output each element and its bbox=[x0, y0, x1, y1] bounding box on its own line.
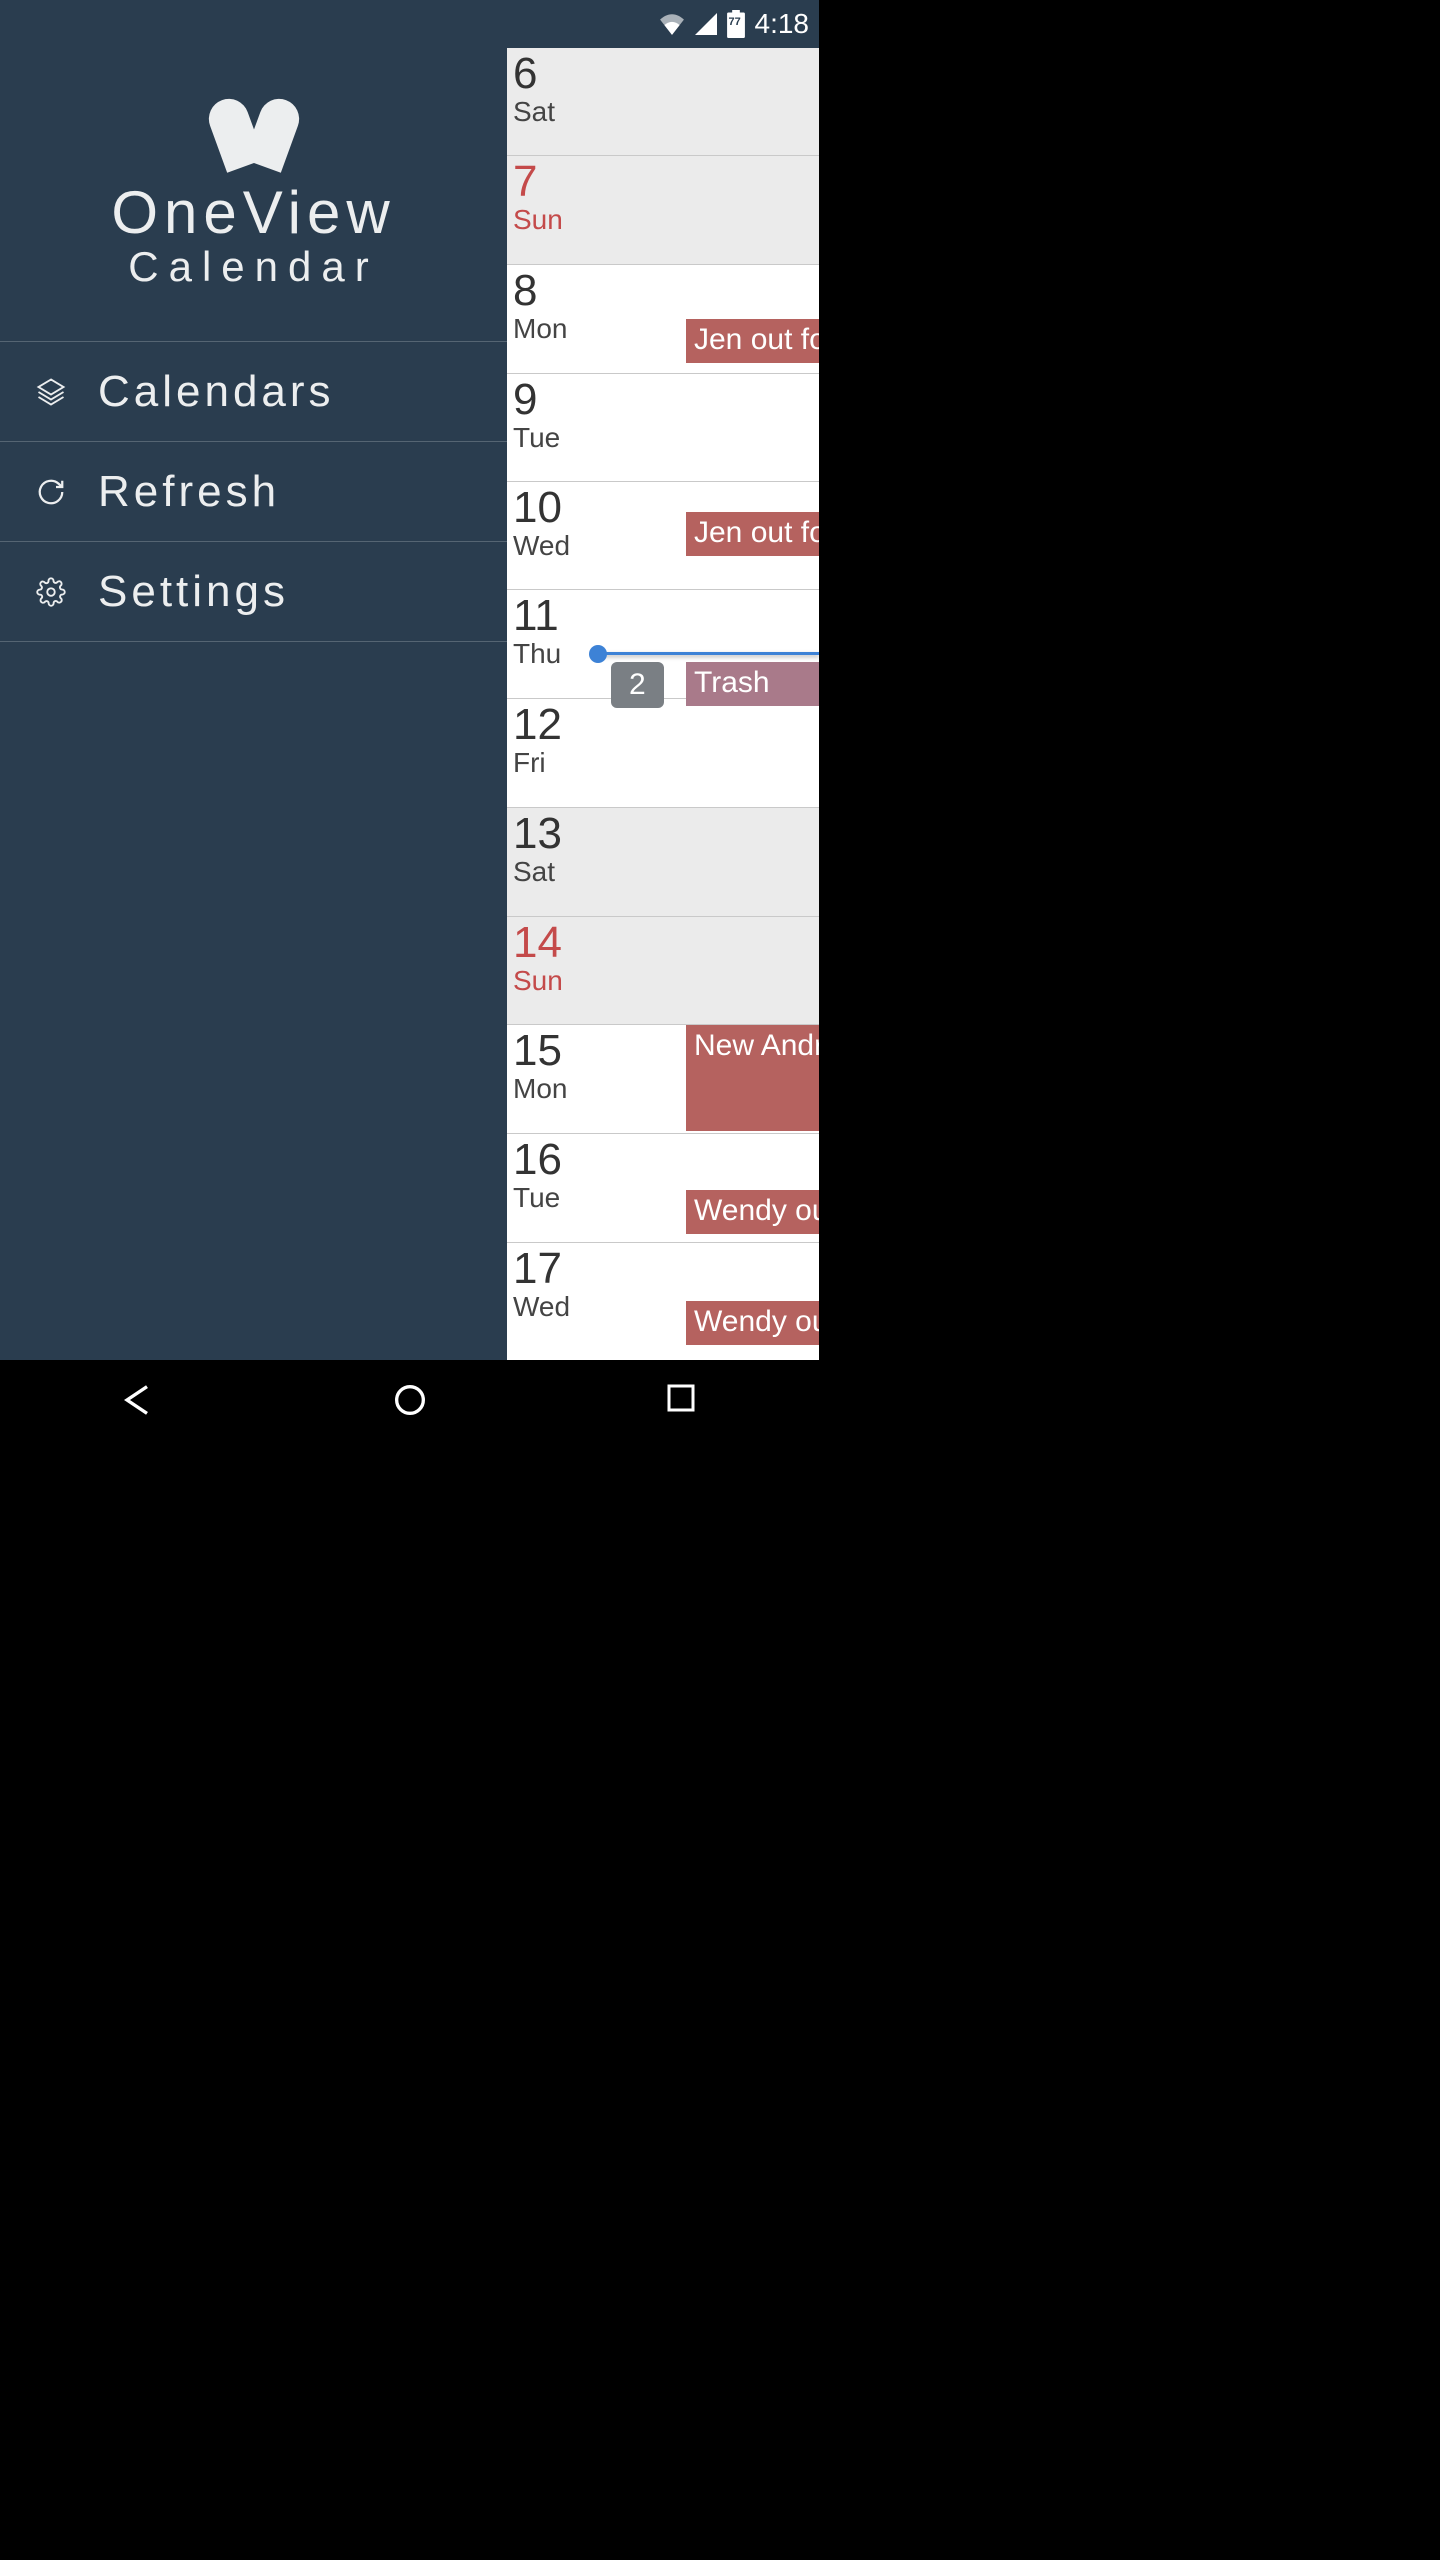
day-name: Sun bbox=[513, 206, 819, 234]
day-number: 13 bbox=[513, 812, 819, 856]
battery-icon: 77 bbox=[727, 10, 745, 38]
day-name: Fri bbox=[513, 749, 819, 777]
event-chip[interactable]: Wendy ou bbox=[686, 1301, 819, 1345]
android-nav-bar bbox=[0, 1360, 819, 1440]
logo-mark-icon bbox=[214, 98, 294, 168]
day-cell-tue[interactable]: 16 Tue Wendy ou bbox=[507, 1134, 819, 1243]
wifi-icon bbox=[659, 13, 685, 35]
day-cell-sun[interactable]: 14 Sun bbox=[507, 917, 819, 1025]
day-cell-tue[interactable]: 9 Tue bbox=[507, 374, 819, 482]
event-chip[interactable]: Wendy ou bbox=[686, 1190, 819, 1234]
menu-item-refresh[interactable]: Refresh bbox=[0, 442, 507, 542]
day-number: 6 bbox=[513, 52, 819, 96]
menu-label: Calendars bbox=[98, 367, 335, 417]
gear-icon bbox=[36, 577, 66, 607]
day-number: 7 bbox=[513, 160, 819, 204]
day-cell-wed[interactable]: 17 Wed Wendy ou bbox=[507, 1243, 819, 1351]
recent-apps-button[interactable] bbox=[663, 1380, 703, 1420]
day-cell-mon[interactable]: 15 Mon New Andr bbox=[507, 1025, 819, 1134]
day-number: 8 bbox=[513, 269, 819, 313]
back-button[interactable] bbox=[117, 1380, 157, 1420]
status-bar: 77 4:18 bbox=[0, 0, 819, 48]
day-number: 17 bbox=[513, 1247, 819, 1291]
day-cell-thu[interactable]: 11 Thu 2 Trash bbox=[507, 590, 819, 699]
home-button[interactable] bbox=[390, 1380, 430, 1420]
day-name: Tue bbox=[513, 424, 819, 452]
sidebar: OneView Calendar Calendars Refresh Setti… bbox=[0, 48, 507, 1360]
day-cell-sun[interactable]: 7 Sun bbox=[507, 156, 819, 265]
event-chip-tall[interactable]: New Andr bbox=[686, 1025, 819, 1131]
day-cell-wed[interactable]: 10 Wed Jen out fo bbox=[507, 482, 819, 590]
day-number: 16 bbox=[513, 1138, 819, 1182]
day-number: 11 bbox=[513, 594, 819, 638]
calendar-list[interactable]: 6 Sat 7 Sun 8 Mon Jen out fo 9 Tue 10 We… bbox=[507, 48, 819, 1360]
layers-icon bbox=[36, 377, 66, 407]
event-chip[interactable]: Jen out fo bbox=[686, 512, 819, 556]
day-cell-sat[interactable]: 6 Sat bbox=[507, 48, 819, 156]
day-name: Sun bbox=[513, 967, 819, 995]
event-chip[interactable]: Jen out fo bbox=[686, 319, 819, 363]
day-number: 12 bbox=[513, 703, 819, 747]
day-name: Sat bbox=[513, 98, 819, 126]
battery-level: 77 bbox=[729, 16, 741, 28]
day-number: 14 bbox=[513, 921, 819, 965]
menu-item-settings[interactable]: Settings bbox=[0, 542, 507, 642]
day-name: Sat bbox=[513, 858, 819, 886]
day-cell-mon[interactable]: 8 Mon Jen out fo bbox=[507, 265, 819, 374]
app-title-line2: Calendar bbox=[128, 243, 378, 291]
menu-item-calendars[interactable]: Calendars bbox=[0, 342, 507, 442]
current-time-indicator bbox=[597, 652, 819, 655]
status-time: 4:18 bbox=[755, 8, 810, 40]
app-title-line1: OneView bbox=[111, 178, 395, 247]
day-number: 9 bbox=[513, 378, 819, 422]
menu-label: Settings bbox=[98, 567, 289, 617]
day-cell-sat[interactable]: 13 Sat bbox=[507, 808, 819, 917]
app-logo: OneView Calendar bbox=[0, 48, 507, 342]
menu-label: Refresh bbox=[98, 467, 280, 517]
refresh-icon bbox=[36, 477, 66, 507]
cell-signal-icon bbox=[695, 13, 717, 35]
day-cell-fri[interactable]: 12 Fri bbox=[507, 699, 819, 808]
